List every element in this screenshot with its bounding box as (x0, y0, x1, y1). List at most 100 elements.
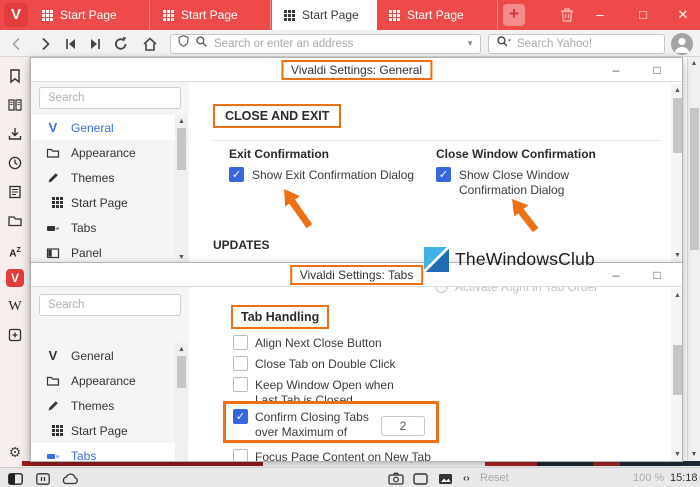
checkbox-label[interactable]: Align Next Close Button (255, 336, 382, 351)
new-tab-button[interactable]: + (503, 4, 525, 26)
settings-window-tabs: Activate Right in Tab Order Vivaldi Sett… (30, 262, 683, 462)
sidebar-item-start-page[interactable]: Start Page (31, 190, 189, 215)
scroll-up-icon[interactable]: ▲ (175, 118, 188, 125)
sidebar-item-label: Appearance (71, 145, 136, 160)
zoom-reset-label[interactable]: Reset (480, 472, 509, 484)
screenshot-area-icon[interactable] (413, 472, 428, 487)
sidebar-item-start-page[interactable]: Start Page (31, 418, 189, 443)
sidebar-item-appearance[interactable]: Appearance (31, 368, 189, 393)
maximize-window-button[interactable]: □ (640, 263, 674, 287)
sidebar-scrollbar[interactable]: ▲ ▼ (175, 343, 188, 461)
close-window-button[interactable]: ✕ (681, 58, 682, 82)
sidebar-item-tabs[interactable]: Tabs (31, 215, 189, 240)
vivaldi-menu-button[interactable]: V (4, 3, 28, 27)
vivaldi-icon: V (48, 348, 58, 363)
address-dropdown-icon[interactable]: ▼ (460, 39, 480, 48)
sync-cloud-icon[interactable] (61, 472, 79, 487)
page-scrollbar[interactable]: ▲ ▼ (687, 57, 700, 467)
section-heading: UPDATES (213, 238, 270, 252)
history-icon[interactable] (6, 155, 24, 173)
home-icon[interactable] (141, 35, 159, 53)
bookmarks-icon[interactable] (6, 68, 24, 86)
close-window-button[interactable]: ✕ (681, 263, 682, 287)
reading-list-icon[interactable] (6, 97, 24, 115)
closed-tabs-trash-icon[interactable] (558, 6, 576, 24)
scroll-up-icon[interactable]: ▲ (671, 87, 682, 94)
scroll-down-icon[interactable]: ▼ (671, 451, 682, 458)
sidebar-item-label: Tabs (71, 220, 97, 235)
minimize-window-button[interactable]: – (599, 58, 633, 82)
fast-forward-icon[interactable] (86, 35, 104, 53)
url-field[interactable]: ▼ (170, 33, 481, 54)
scroll-up-icon[interactable]: ▲ (688, 60, 700, 67)
wikipedia-panel-icon[interactable]: W (6, 298, 24, 316)
page-image-toggle-icon[interactable] (438, 472, 453, 487)
add-web-panel-icon[interactable] (6, 327, 24, 345)
tab-start-page-3-active[interactable]: Start Page (272, 0, 377, 30)
scroll-up-icon[interactable]: ▲ (671, 292, 682, 299)
search-engine-icon[interactable] (489, 35, 512, 53)
scroll-down-icon[interactable]: ▼ (671, 252, 682, 259)
address-input[interactable] (214, 37, 461, 50)
align-next-close-checkbox[interactable] (233, 335, 248, 350)
web-search-field[interactable]: ▼ (488, 33, 685, 54)
minimize-window-button[interactable]: – (599, 263, 633, 287)
scrollbar-thumb[interactable] (673, 345, 682, 395)
back-icon[interactable] (8, 35, 26, 53)
tab-start-page-1[interactable]: Start Page (30, 0, 150, 30)
rewind-icon[interactable] (62, 35, 80, 53)
sidebar-item-general[interactable]: V General (31, 115, 189, 140)
sidebar-scrollbar[interactable]: ▲ ▼ (175, 115, 188, 262)
vivaldi-panel-icon[interactable]: V (6, 269, 24, 287)
content-scrollbar[interactable]: ▲ ▼ (671, 84, 682, 262)
forward-icon[interactable] (36, 35, 54, 53)
maximize-window-button[interactable]: □ (640, 58, 674, 82)
content-scrollbar[interactable]: ▲ ▼ (671, 289, 682, 461)
downloads-icon[interactable] (6, 126, 24, 144)
capture-page-icon[interactable] (388, 472, 404, 487)
focus-page-content-checkbox[interactable] (233, 449, 248, 461)
shield-icon[interactable] (171, 34, 190, 53)
sidebar-item-panel[interactable]: Panel (31, 240, 189, 262)
translate-icon[interactable]: AZ (6, 242, 24, 260)
sidebar-item-themes[interactable]: Themes (31, 165, 189, 190)
checkbox-label[interactable]: Close Tab on Double Click (255, 357, 396, 372)
scrollbar-thumb[interactable] (673, 98, 682, 153)
show-close-window-confirmation-checkbox[interactable]: ✓ (436, 167, 451, 182)
settings-gear-icon[interactable]: ⚙ (6, 443, 24, 461)
page-actions-icon[interactable]: ‹› (463, 473, 470, 484)
folder-icon (46, 146, 60, 160)
reload-icon[interactable] (112, 35, 130, 53)
search-input[interactable] (512, 37, 671, 50)
scrollbar-thumb[interactable] (177, 128, 186, 170)
window-panel-icon[interactable] (6, 213, 24, 231)
show-exit-confirmation-checkbox[interactable]: ✓ (229, 167, 244, 182)
panel-toggle-icon[interactable] (8, 472, 23, 487)
settings-search-input[interactable] (39, 294, 181, 316)
scrollbar-thumb[interactable] (690, 108, 699, 250)
sidebar-item-themes[interactable]: Themes (31, 393, 189, 418)
notes-icon[interactable] (6, 184, 24, 202)
tab-start-page-4[interactable]: Start Page (377, 0, 498, 30)
tiling-icon[interactable] (36, 472, 50, 487)
maximize-window-button[interactable]: □ (628, 0, 658, 30)
grid-icon (46, 196, 60, 210)
scroll-down-icon[interactable]: ▼ (175, 254, 188, 261)
scroll-up-icon[interactable]: ▲ (175, 346, 188, 353)
checkbox-label[interactable]: Show Close Window Confirmation Dialog (459, 168, 599, 198)
sidebar-item-general[interactable]: V General (31, 343, 189, 368)
tab-start-page-2[interactable]: Start Page (151, 0, 271, 30)
checkbox-label[interactable]: Focus Page Content on New Tab (255, 450, 431, 461)
close-tab-double-click-checkbox[interactable] (233, 356, 248, 371)
sidebar-item-tabs[interactable]: Tabs (31, 443, 189, 461)
checkbox-label[interactable]: Show Exit Confirmation Dialog (252, 168, 414, 183)
settings-search-input[interactable] (39, 87, 181, 109)
title-bar[interactable]: Vivaldi Settings: General – □ ✕ (31, 58, 682, 82)
scrollbar-thumb[interactable] (177, 356, 186, 388)
minimize-window-button[interactable]: – (585, 0, 615, 30)
close-window-button[interactable]: ✕ (668, 0, 698, 30)
profile-avatar[interactable] (671, 33, 693, 55)
keep-window-open-checkbox[interactable] (233, 377, 248, 392)
scroll-down-icon[interactable]: ▼ (688, 451, 700, 458)
sidebar-item-appearance[interactable]: Appearance (31, 140, 189, 165)
